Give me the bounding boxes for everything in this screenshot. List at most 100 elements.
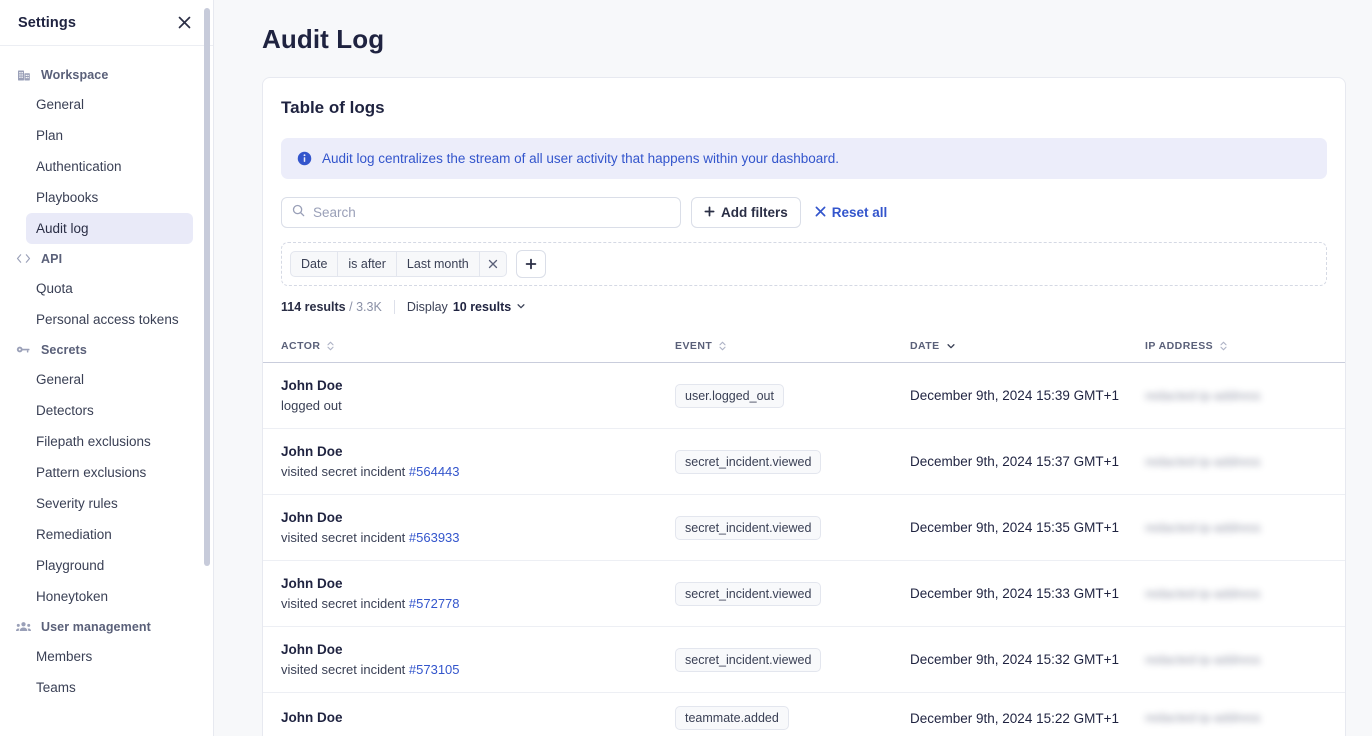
sidebar-item-playground[interactable]: Playground xyxy=(26,550,193,581)
actor-description: visited secret incident #563933 xyxy=(281,528,675,547)
cell-actor: John Doe visited secret incident #572778 xyxy=(263,560,675,627)
table-row[interactable]: John Doe visited secret incident #564443 s… xyxy=(263,428,1345,495)
actor-description-text: visited secret incident xyxy=(281,596,409,611)
add-filters-button[interactable]: Add filters xyxy=(691,197,801,228)
sidebar-scrollbar[interactable] xyxy=(203,0,211,736)
incident-link[interactable]: #572778 xyxy=(409,596,460,611)
cell-ip-address: redacted-ip-address xyxy=(1145,494,1345,561)
sidebar-item-honeytoken[interactable]: Honeytoken xyxy=(26,581,193,612)
close-icon xyxy=(815,205,826,220)
filter-chip-value[interactable]: Last month xyxy=(397,252,480,276)
column-header-label: ACTOR xyxy=(281,340,321,352)
add-filter-chip-button[interactable] xyxy=(515,250,546,278)
cell-event: user.logged_out xyxy=(675,362,910,429)
filter-chip-date: Date is after Last month xyxy=(290,251,507,277)
filter-toolbar: Add filters Reset all xyxy=(263,179,1345,228)
column-header-label: EVENT xyxy=(675,340,713,352)
filter-chip-field[interactable]: Date xyxy=(291,252,339,276)
sidebar-item-plan[interactable]: Plan xyxy=(26,120,193,151)
ip-address-redacted: redacted-ip-address xyxy=(1145,453,1261,469)
actor-description-text: logged out xyxy=(281,398,342,413)
sidebar-item-audit-log[interactable]: Audit log xyxy=(26,213,193,244)
actor-description: visited secret incident #572778 xyxy=(281,594,675,613)
filter-chip-remove-icon[interactable] xyxy=(480,252,506,276)
key-icon xyxy=(16,342,31,357)
sidebar-nav: Workspace General Plan Authentication Playbo… xyxy=(0,46,213,703)
card-title: Table of logs xyxy=(281,98,385,117)
sidebar-title: Settings xyxy=(18,14,76,31)
column-header-ip-address[interactable]: IP ADDRESS xyxy=(1145,330,1345,363)
reset-all-button[interactable]: Reset all xyxy=(811,205,892,220)
cell-event: secret_incident.viewed xyxy=(675,626,910,693)
search-box[interactable] xyxy=(281,197,681,228)
column-header-date[interactable]: DATE xyxy=(910,330,1145,363)
sidebar-item-teams[interactable]: Teams xyxy=(26,672,193,703)
sidebar-header: Settings xyxy=(0,0,213,46)
table-row[interactable]: John Doe visited secret incident #573105 s… xyxy=(263,626,1345,693)
column-header-event[interactable]: EVENT xyxy=(675,330,910,363)
cell-ip-address: redacted-ip-address xyxy=(1145,428,1345,495)
cell-date: December 9th, 2024 15:39 GMT+1 xyxy=(910,362,1145,429)
cell-date: December 9th, 2024 15:32 GMT+1 xyxy=(910,626,1145,693)
sidebar-item-general[interactable]: General xyxy=(26,364,193,395)
sort-toggle-icon[interactable] xyxy=(718,340,727,352)
actor-name: John Doe xyxy=(281,510,343,525)
sidebar-item-members[interactable]: Members xyxy=(26,641,193,672)
active-filters-zone: Date is after Last month xyxy=(281,242,1327,286)
table-body: John Doe logged out user.logged_out Decembe… xyxy=(263,362,1345,736)
table-header: ACTOR EVENT DATE IP ADDRESS xyxy=(263,330,1345,363)
page-title: Audit Log xyxy=(262,24,385,54)
table-row[interactable]: John Doe logged out user.logged_out Decembe… xyxy=(263,362,1345,429)
display-count-selector[interactable]: Display 10 results xyxy=(407,300,526,314)
sidebar-item-playbooks[interactable]: Playbooks xyxy=(26,182,193,213)
table-row[interactable]: John Doe visited secret incident #563933 s… xyxy=(263,494,1345,561)
sort-toggle-icon[interactable] xyxy=(1219,340,1228,352)
sidebar-item-detectors[interactable]: Detectors xyxy=(26,395,193,426)
actor-description-text: visited secret incident xyxy=(281,464,409,479)
table-header-row: ACTOR EVENT DATE IP ADDRESS xyxy=(263,330,1345,363)
actor-description: visited secret incident #573105 xyxy=(281,660,675,679)
cell-date: December 9th, 2024 15:33 GMT+1 xyxy=(910,560,1145,627)
add-filters-label: Add filters xyxy=(721,205,788,220)
cell-event: secret_incident.viewed xyxy=(675,428,910,495)
column-header-actor[interactable]: ACTOR xyxy=(263,330,675,363)
results-separator: / xyxy=(349,300,353,314)
incident-link[interactable]: #573105 xyxy=(409,662,460,677)
cell-date: December 9th, 2024 15:22 GMT+1 xyxy=(910,692,1145,736)
search-icon xyxy=(292,204,305,222)
filter-chip-operator[interactable]: is after xyxy=(338,252,397,276)
cell-actor: John Doe logged out xyxy=(263,362,675,429)
event-badge: teammate.added xyxy=(675,706,789,730)
building-icon xyxy=(16,67,31,82)
sort-toggle-icon[interactable] xyxy=(326,340,335,352)
sidebar-item-authentication[interactable]: Authentication xyxy=(26,151,193,182)
sidebar-item-filepath-exclusions[interactable]: Filepath exclusions xyxy=(26,426,193,457)
cell-ip-address: redacted-ip-address xyxy=(1145,560,1345,627)
close-icon[interactable] xyxy=(173,12,195,34)
sidebar-item-general[interactable]: General xyxy=(26,89,193,120)
incident-link[interactable]: #564443 xyxy=(409,464,460,479)
table-row[interactable]: John Doe visited secret incident #572778 s… xyxy=(263,560,1345,627)
info-banner: Audit log centralizes the stream of all … xyxy=(281,138,1327,179)
settings-sidebar: Settings Workspace General Plan Authenticat… xyxy=(0,0,214,736)
sidebar-item-severity-rules[interactable]: Severity rules xyxy=(26,488,193,519)
results-meta-row: 114 results / 3.3K Display 10 results xyxy=(263,286,1345,314)
actor-description-text: visited secret incident xyxy=(281,662,409,677)
table-row[interactable]: John Doe teammate.added December 9th, 2024… xyxy=(263,692,1345,736)
sidebar-item-quota[interactable]: Quota xyxy=(26,273,193,304)
sidebar-item-pattern-exclusions[interactable]: Pattern exclusions xyxy=(26,457,193,488)
results-total: 3.3K xyxy=(356,300,382,314)
ip-address-redacted: redacted-ip-address xyxy=(1145,585,1261,601)
sort-desc-icon[interactable] xyxy=(946,341,956,351)
incident-link[interactable]: #563933 xyxy=(409,530,460,545)
search-input[interactable] xyxy=(313,205,670,220)
column-header-label: IP ADDRESS xyxy=(1145,340,1214,352)
sidebar-section-api: API xyxy=(0,244,213,273)
event-badge: user.logged_out xyxy=(675,383,784,408)
sidebar-scrollbar-thumb[interactable] xyxy=(204,8,210,566)
sidebar-item-remediation[interactable]: Remediation xyxy=(26,519,193,550)
meta-divider xyxy=(393,300,395,314)
cell-event: teammate.added xyxy=(675,692,910,736)
sidebar-item-personal-access-tokens[interactable]: Personal access tokens xyxy=(26,304,193,335)
settings-app: Settings Workspace General Plan Authenticat… xyxy=(0,0,1372,736)
